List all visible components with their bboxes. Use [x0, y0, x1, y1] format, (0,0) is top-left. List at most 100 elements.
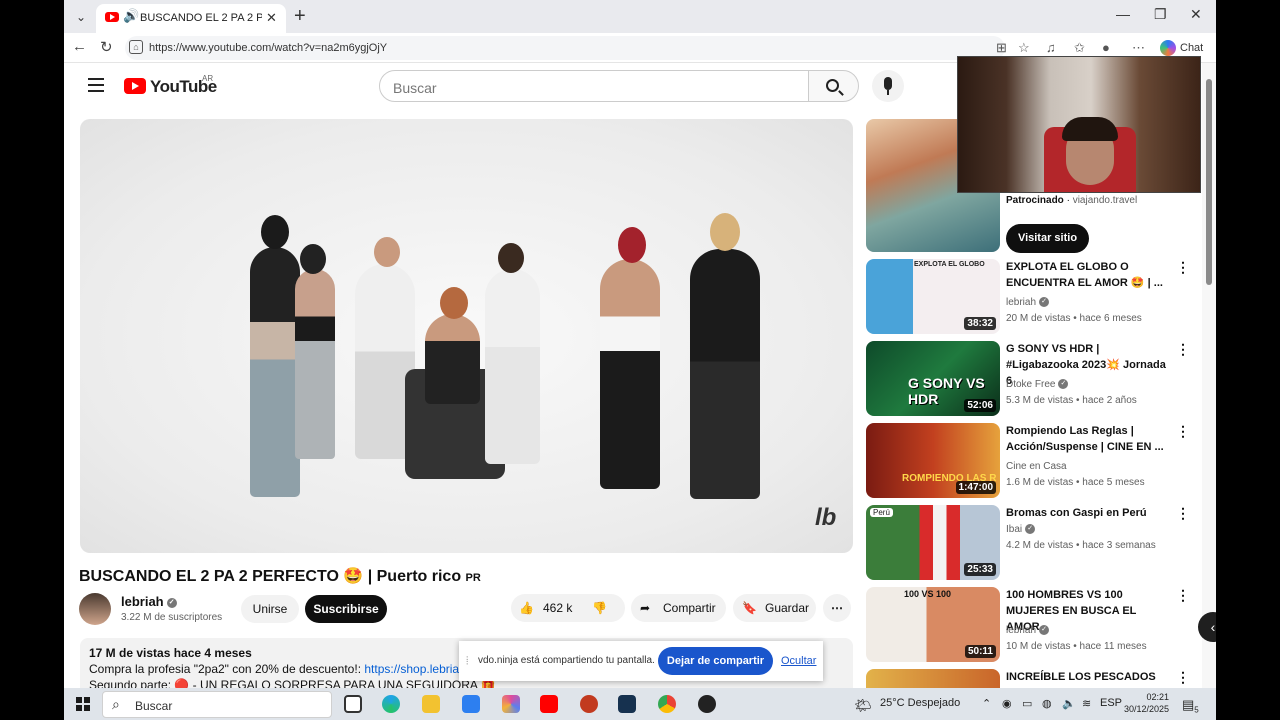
more-menu-icon[interactable]: ⋯ — [1132, 40, 1145, 56]
weather-text[interactable]: 25°C Despejado — [880, 697, 960, 709]
drag-handle-icon[interactable]: ⦙ — [466, 655, 468, 668]
tray-overflow-icon[interactable]: ⌃ — [982, 697, 991, 710]
recommendation-thumbnail[interactable] — [866, 669, 1000, 688]
subscribe-button[interactable]: Suscribirse — [305, 595, 387, 623]
video-player[interactable]: lb — [80, 119, 853, 553]
windows-start-icon[interactable] — [76, 697, 90, 711]
voice-search-icon[interactable] — [872, 70, 904, 102]
recommendation-channel[interactable]: lebriah ✓ — [1006, 297, 1050, 308]
network-globe-icon[interactable]: ◍ — [1042, 697, 1052, 710]
refresh-icon[interactable]: ↻ — [100, 38, 113, 56]
like-count[interactable]: 462 k — [543, 594, 572, 622]
close-window-button[interactable]: ✕ — [1190, 6, 1202, 23]
page-scrollbar[interactable] — [1202, 63, 1216, 688]
close-tab-icon[interactable]: ✕ — [266, 10, 277, 26]
youtube-app-icon[interactable] — [540, 695, 558, 713]
recommendation-thumbnail[interactable]: Perú 25:33 — [866, 505, 1000, 580]
verified-icon: ✓ — [1039, 625, 1050, 636]
recommendation-menu-icon[interactable]: ⋮ — [1176, 505, 1190, 522]
profile-icon[interactable]: ● — [1102, 40, 1110, 55]
hide-link[interactable]: Ocultar — [781, 655, 816, 667]
volume-icon[interactable]: 🔈 — [1062, 697, 1076, 710]
clock[interactable]: 02:21 30/12/2025 — [1124, 691, 1169, 715]
recommendation-menu-icon[interactable]: ⋮ — [1176, 669, 1190, 686]
address-bar[interactable]: ⌂ https://www.youtube.com/watch?v=na2m6y… — [125, 36, 1005, 60]
recommendation-thumbnail[interactable]: 100 VS 100 50:11 — [866, 587, 1000, 662]
search-input[interactable]: Buscar — [379, 70, 809, 102]
recommendation-item[interactable]: G SONY VS HDR 52:06 G SONY VS HDR | #Lig… — [866, 341, 1216, 417]
record-icon[interactable]: ◉ — [1002, 697, 1012, 710]
recommendation-item[interactable]: EXPLOTA EL GLOBO 38:32 EXPLOTA EL GLOBO … — [866, 259, 1216, 335]
recommendation-thumbnail[interactable]: EXPLOTA EL GLOBO 38:32 — [866, 259, 1000, 334]
more-actions-icon[interactable]: ⋯ — [823, 594, 851, 622]
recommendation-thumbnail[interactable]: G SONY VS HDR 52:06 — [866, 341, 1000, 416]
edge-icon[interactable] — [382, 695, 400, 713]
recommendation-menu-icon[interactable]: ⋮ — [1176, 423, 1190, 440]
recommendation-thumbnail[interactable]: ROMPIENDO LAS R 1:47:00 — [866, 423, 1000, 498]
weather-icon[interactable]: 🌤 — [854, 697, 872, 714]
game-app-icon[interactable] — [580, 695, 598, 713]
minimize-button[interactable]: — — [1116, 6, 1130, 22]
site-info-icon[interactable]: ⌂ — [129, 40, 143, 54]
steam-icon[interactable] — [618, 695, 636, 713]
chrome-icon[interactable] — [658, 695, 676, 713]
search-button[interactable] — [808, 70, 859, 102]
language-indicator[interactable]: ESP — [1100, 697, 1122, 709]
favorites-icon[interactable]: ✩ — [1074, 40, 1085, 56]
recommendation-item[interactable]: ROMPIENDO LAS R 1:47:00 Rompiendo Las Re… — [866, 423, 1216, 499]
recommendation-title[interactable]: Bromas con Gaspi en Perú — [1006, 505, 1170, 521]
share-icon: ➦ — [640, 601, 651, 615]
tab-youtube[interactable]: 🔊 BUSCANDO EL 2 PA 2 PERFECTO ✕ — [96, 4, 286, 33]
media-icon[interactable]: ♫ — [1046, 40, 1056, 55]
recommendation-menu-icon[interactable]: ⋮ — [1176, 341, 1190, 358]
recommendation-channel[interactable]: Ibai ✓ — [1006, 524, 1036, 535]
notifications-icon[interactable]: ▤5 — [1182, 697, 1199, 715]
clock-time: 02:21 — [1146, 692, 1170, 702]
stop-sharing-button[interactable]: Dejar de compartir — [658, 647, 773, 675]
speaker-icon[interactable]: 🔊 — [123, 8, 139, 24]
restore-button[interactable]: ❐ — [1154, 6, 1167, 23]
recommendation-channel[interactable]: Cine en Casa — [1006, 461, 1067, 472]
dislike-icon[interactable]: 👎 — [592, 594, 607, 622]
hamburger-menu-icon[interactable] — [88, 78, 104, 96]
recommendation-channel[interactable]: lebriah ✓ — [1006, 625, 1050, 636]
copilot-app-icon[interactable] — [502, 695, 520, 713]
channel-name[interactable]: lebriah ✓ — [121, 594, 177, 609]
scrollbar-thumb[interactable] — [1206, 79, 1212, 285]
like-icon[interactable]: 👍 — [519, 594, 534, 622]
back-icon[interactable]: ← — [72, 38, 87, 55]
dancer-head — [498, 243, 524, 273]
description-line: Compra la profesia "2pa2" con 20% de des… — [89, 662, 492, 676]
clock-date: 30/12/2025 — [1124, 704, 1170, 714]
share-button[interactable]: ➦ Compartir — [631, 594, 726, 622]
recommendation-title[interactable]: Rompiendo Las Reglas | Acción/Suspense |… — [1006, 423, 1170, 455]
recommendation-menu-icon[interactable]: ⋮ — [1176, 587, 1190, 604]
recommendation-item[interactable]: Perú 25:33 Bromas con Gaspi en Perú Ibai… — [866, 505, 1216, 581]
task-view-icon[interactable] — [344, 695, 362, 713]
channel-label: lebriah — [1006, 625, 1037, 636]
recommendation-channel[interactable]: Dtoke Free ✓ — [1006, 379, 1069, 390]
obs-icon[interactable] — [698, 695, 716, 713]
visit-site-button[interactable]: Visitar sitio — [1006, 224, 1089, 253]
recommendation-menu-icon[interactable]: ⋮ — [1176, 259, 1190, 276]
wifi-icon[interactable]: ≋ — [1082, 697, 1091, 710]
taskbar: ⌕ Buscar 🌤 25°C Despejado ⌃ ◉ ▭ ◍ 🔈 ≋ ES… — [64, 688, 1216, 720]
tab-actions-dropdown[interactable]: ⌄ — [70, 6, 92, 28]
channel-avatar[interactable] — [79, 593, 111, 625]
new-tab-button[interactable]: + — [294, 5, 306, 28]
display-icon[interactable]: ▭ — [1022, 697, 1032, 710]
apps-icon[interactable]: ⊞ — [996, 40, 1007, 56]
recommendation-item[interactable]: INCREÍBLE LOS PESCADOS ⋮ — [866, 669, 1216, 688]
file-explorer-icon[interactable] — [422, 695, 440, 713]
recommendation-item[interactable]: 100 VS 100 50:11 100 HOMBRES VS 100 MUJE… — [866, 587, 1216, 663]
recommendation-title[interactable]: EXPLOTA EL GLOBO O ENCUENTRA EL AMOR 🤩 |… — [1006, 259, 1170, 291]
save-button[interactable]: 🔖 Guardar — [733, 594, 816, 622]
favorite-star-icon[interactable]: ☆ — [1018, 40, 1030, 56]
copilot-chat-button[interactable]: Chat — [1160, 40, 1203, 56]
store-icon[interactable] — [462, 695, 480, 713]
recommendation-title[interactable]: INCREÍBLE LOS PESCADOS — [1006, 669, 1170, 685]
youtube-logo-icon[interactable] — [124, 78, 146, 94]
join-button[interactable]: Unirse — [241, 595, 299, 623]
seated-person — [425, 314, 480, 404]
taskbar-search-input[interactable]: ⌕ Buscar — [102, 691, 332, 718]
